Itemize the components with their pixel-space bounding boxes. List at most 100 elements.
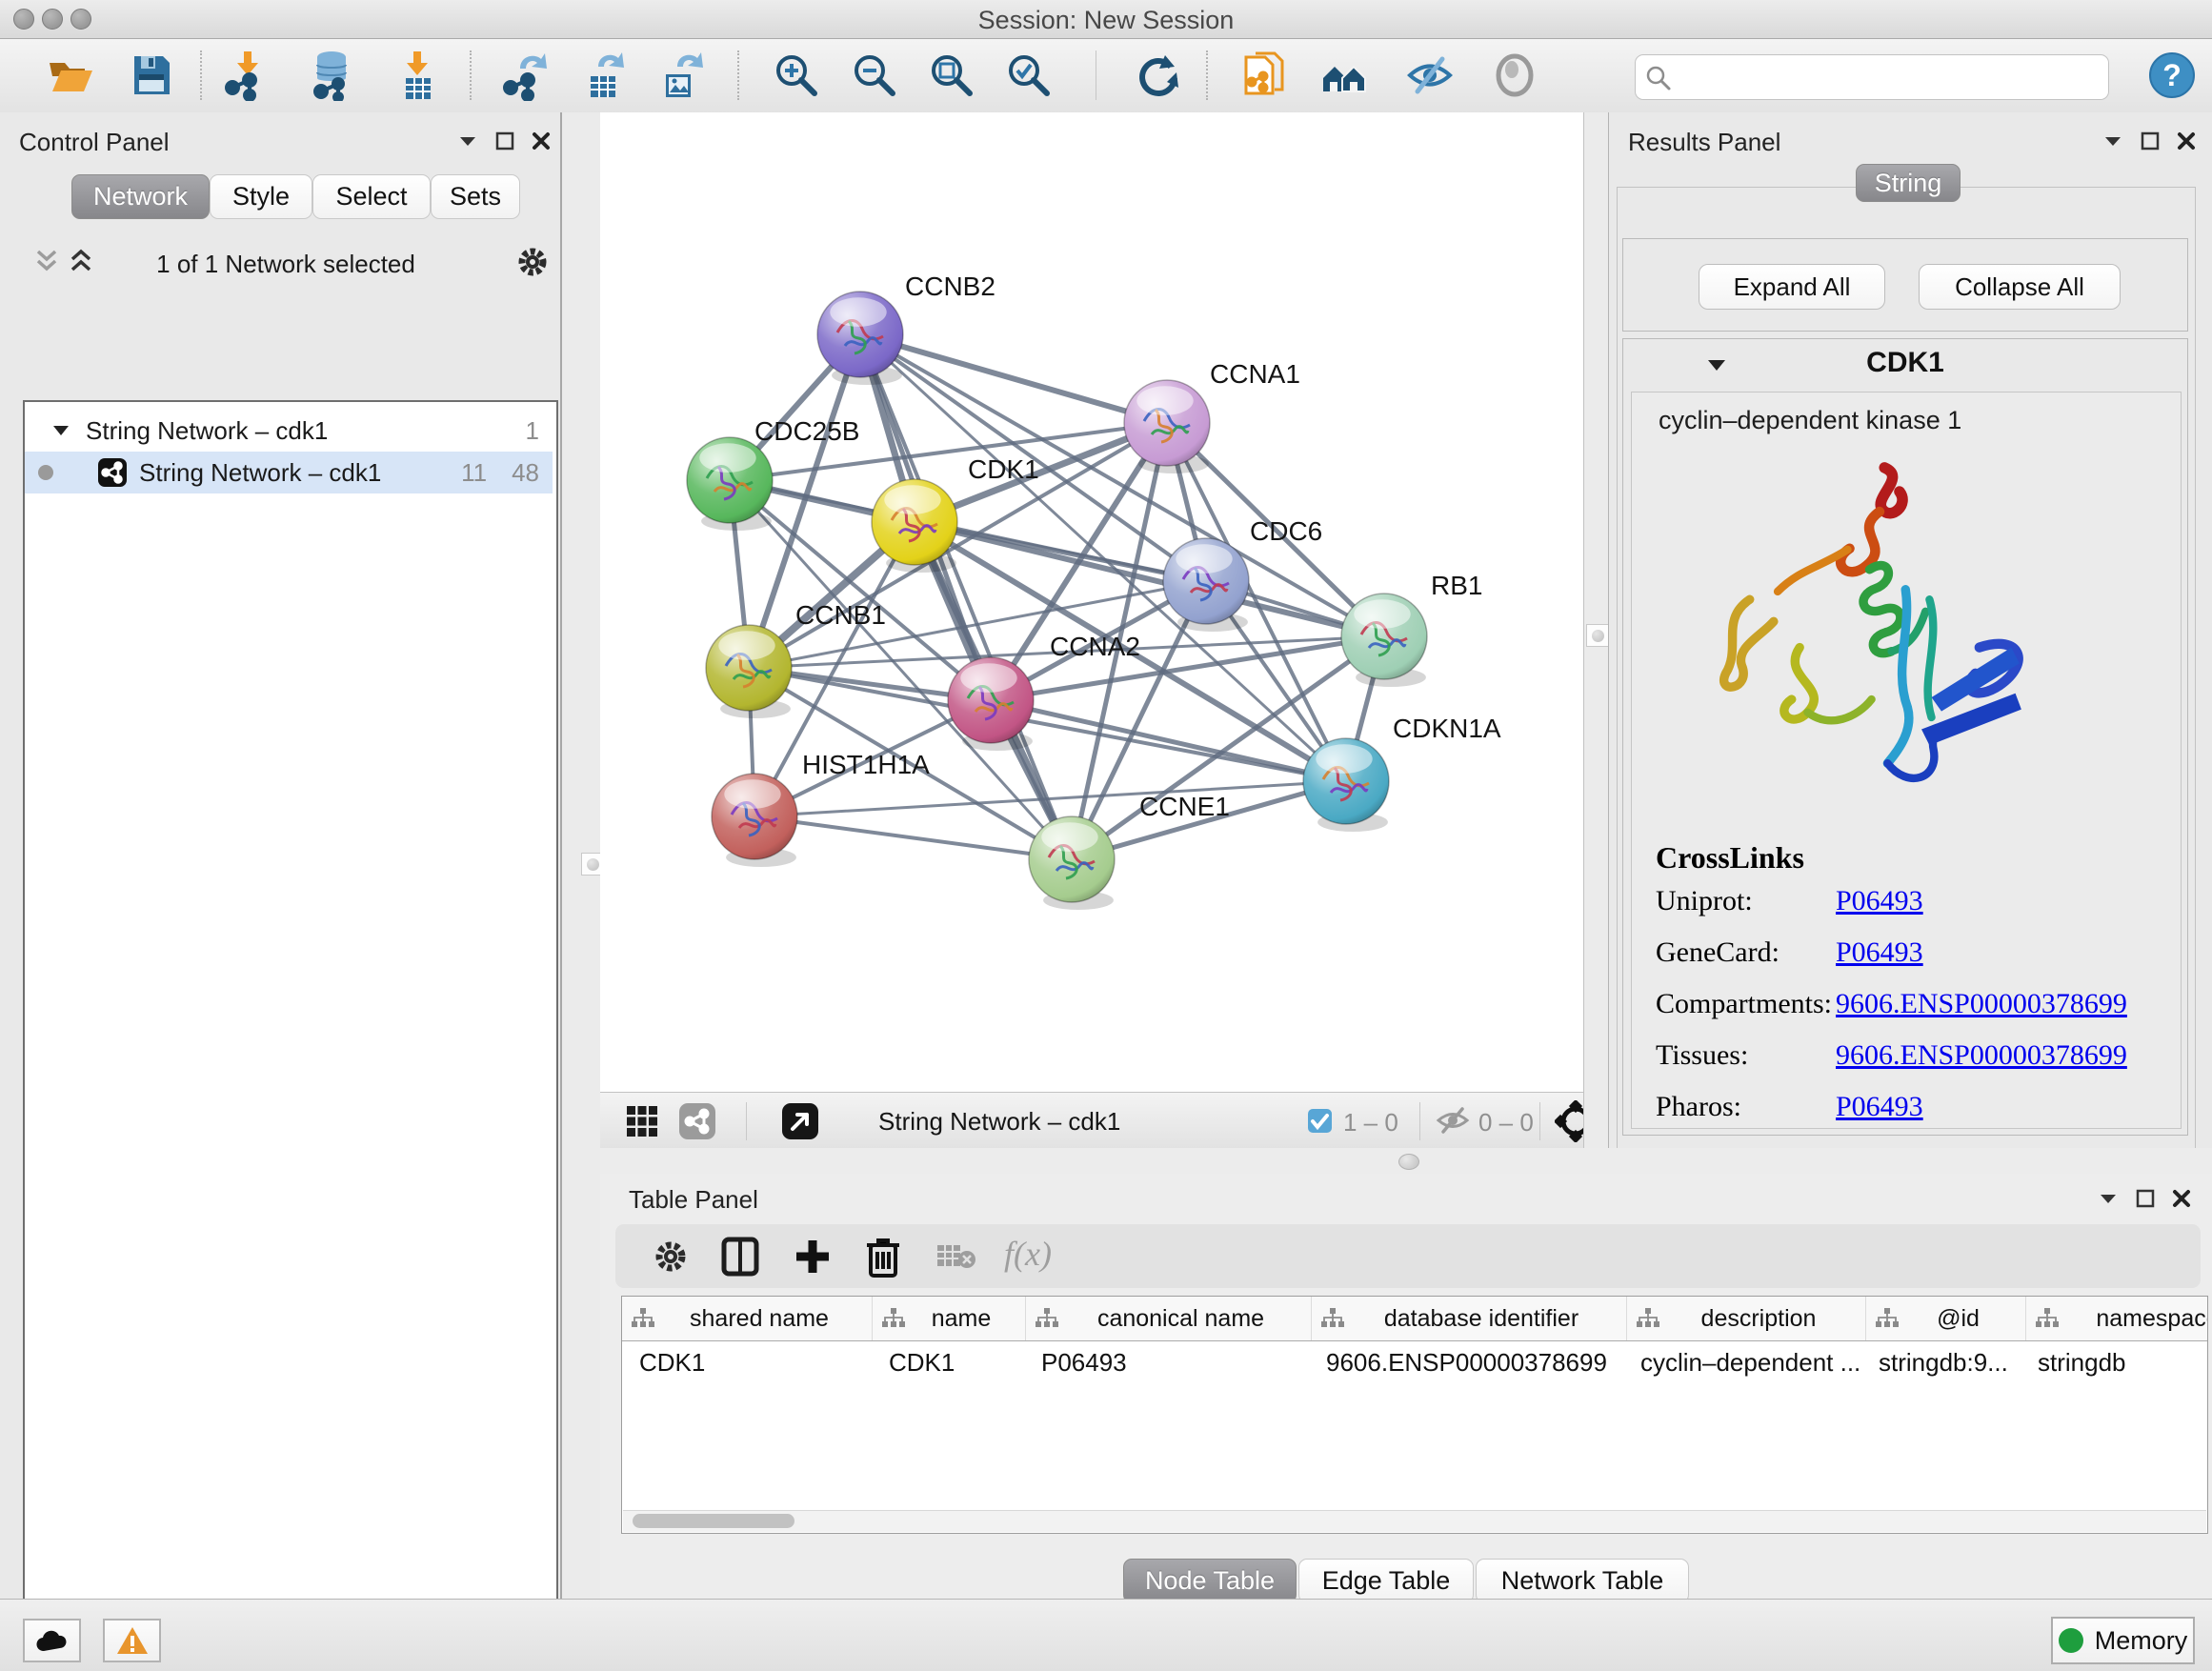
horizontal-splitter-handle[interactable] [1398, 1154, 1419, 1170]
table-cell[interactable]: 9606.ENSP00000378699 [1309, 1341, 1623, 1383]
search-input[interactable] [1678, 58, 2101, 94]
column-header-description[interactable]: description [1627, 1297, 1866, 1340]
network-app-badge-icon[interactable] [678, 1102, 716, 1145]
network-node-CDKN1A[interactable] [1303, 738, 1389, 832]
network-edge-HIST1H1A-CCNE1[interactable] [754, 816, 1072, 859]
crosslink-link[interactable]: P06493 [1836, 885, 1923, 917]
memory-button[interactable]: Memory [2051, 1617, 2195, 1664]
create-column-plus-icon[interactable] [793, 1237, 833, 1281]
panel-close-icon[interactable] [2172, 1189, 2191, 1208]
node-table[interactable]: shared namenamecanonical namedatabase id… [621, 1296, 2208, 1534]
refresh-icon[interactable] [1133, 50, 1184, 101]
export-network-icon[interactable] [499, 50, 551, 101]
table-cell[interactable]: stringdb:9... [1861, 1341, 2021, 1383]
show-columns-icon[interactable] [720, 1237, 760, 1281]
collapse-all-button[interactable]: Collapse All [1919, 264, 2121, 310]
cloud-status-button[interactable] [23, 1619, 81, 1662]
network-collection-row[interactable]: String Network – cdk1 1 [25, 410, 553, 452]
right-splitter-handle[interactable] [1586, 624, 1609, 647]
right-splitter[interactable] [1583, 112, 1609, 1148]
network-node-HIST1H1A[interactable] [712, 774, 797, 867]
table-cell[interactable]: stringdb [2021, 1341, 2208, 1383]
gene-entry-body: cyclin–dependent kinase 1 [1631, 392, 2182, 1129]
tab-style[interactable]: Style [210, 174, 312, 219]
crosslink-link[interactable]: 9606.ENSP00000378699 [1836, 988, 2127, 1020]
crosslink-link[interactable]: P06493 [1836, 1091, 1923, 1123]
selected-checkbox-icon[interactable] [1307, 1108, 1333, 1138]
home-panels-icon[interactable] [1319, 50, 1371, 101]
table-cell[interactable]: CDK1 [872, 1341, 1024, 1383]
panel-close-icon[interactable] [2177, 131, 2196, 151]
network-node-CDC25B[interactable] [687, 437, 773, 531]
table-cell[interactable]: P06493 [1024, 1341, 1309, 1383]
expand-all-button[interactable]: Expand All [1699, 264, 1885, 310]
network-node-CCNA1[interactable] [1124, 380, 1210, 473]
network-node-RB1[interactable] [1341, 594, 1427, 687]
left-splitter[interactable] [560, 112, 602, 1599]
zoom-out-icon[interactable] [849, 50, 900, 101]
warning-status-button[interactable] [103, 1619, 161, 1662]
hide-panels-eye-icon[interactable] [1404, 50, 1456, 101]
tab-network-table[interactable]: Network Table [1476, 1559, 1689, 1603]
table-row[interactable]: CDK1CDK1P064939606.ENSP00000378699cyclin… [622, 1341, 2207, 1383]
search-field[interactable] [1635, 54, 2109, 100]
table-settings-gear-icon[interactable] [652, 1238, 690, 1280]
network-edge-CCNA2-CDKN1A[interactable] [991, 700, 1346, 781]
tab-string[interactable]: String [1856, 164, 1961, 202]
birdseye-toggle-icon[interactable] [781, 1102, 819, 1145]
tab-node-table[interactable]: Node Table [1123, 1559, 1297, 1603]
collapse-all-tree-icon[interactable] [32, 248, 61, 279]
column-header-namespace[interactable]: namespace [2026, 1297, 2208, 1340]
network-edge-CCNB2-RB1[interactable] [860, 334, 1384, 636]
panel-menu-icon[interactable] [2102, 133, 2123, 149]
import-network-file-icon[interactable] [221, 50, 272, 101]
panel-menu-icon[interactable] [457, 133, 478, 149]
zoom-selected-icon[interactable] [1003, 50, 1055, 101]
tab-network[interactable]: Network [71, 174, 210, 219]
expand-all-tree-icon[interactable] [67, 248, 95, 279]
column-header-database-identifier[interactable]: database identifier [1312, 1297, 1627, 1340]
network-node-CCNE1[interactable] [1029, 816, 1115, 910]
network-row-selected[interactable]: String Network – cdk1 11 48 [25, 452, 553, 493]
horizontal-splitter[interactable] [600, 1148, 2212, 1174]
column-header-id[interactable]: @id [1866, 1297, 2026, 1340]
network-canvas[interactable]: CCNB2CCNA1CDC25BCDK1CDC6RB1CCNB1CCNA2CDK… [600, 112, 1583, 1092]
panel-float-icon[interactable] [2141, 131, 2160, 151]
tree-expander-icon[interactable] [51, 423, 70, 438]
table-cell[interactable]: cyclin–dependent ... [1623, 1341, 1861, 1383]
grid-view-icon[interactable] [625, 1104, 659, 1143]
export-image-icon[interactable] [654, 50, 706, 101]
results-buttons-box: Expand All Collapse All [1622, 238, 2188, 332]
share-session-file-icon[interactable] [1238, 50, 1290, 101]
crosslink-link[interactable]: P06493 [1836, 936, 1923, 969]
tab-sets[interactable]: Sets [431, 174, 520, 219]
column-header-name[interactable]: name [873, 1297, 1026, 1340]
zoom-fit-icon[interactable] [926, 50, 977, 101]
network-node-CDC6[interactable] [1163, 538, 1249, 632]
open-session-icon[interactable] [45, 50, 96, 101]
zoom-in-icon[interactable] [771, 50, 822, 101]
table-cell[interactable]: CDK1 [622, 1341, 872, 1383]
crosslink-link[interactable]: 9606.ENSP00000378699 [1836, 1039, 2127, 1072]
tab-edge-table[interactable]: Edge Table [1298, 1559, 1474, 1603]
horizontal-scrollbar[interactable] [623, 1510, 2206, 1532]
eye-disabled-icon[interactable] [1489, 50, 1540, 101]
import-network-database-icon[interactable] [306, 50, 357, 101]
import-table-file-icon[interactable] [391, 50, 442, 101]
scrollbar-thumb[interactable] [633, 1514, 794, 1528]
network-edge-CCNB2-CCNA1[interactable] [860, 334, 1167, 423]
export-table-icon[interactable] [577, 50, 629, 101]
network-options-gear-icon[interactable] [514, 244, 551, 285]
help-icon[interactable]: ? [2146, 50, 2198, 101]
panel-menu-icon[interactable] [2098, 1191, 2119, 1206]
panel-float-icon[interactable] [2136, 1189, 2155, 1208]
save-session-icon[interactable] [126, 50, 177, 101]
network-node-CCNB1[interactable] [706, 625, 792, 718]
tab-select[interactable]: Select [312, 174, 431, 219]
panel-close-icon[interactable] [532, 131, 551, 151]
column-header-shared-name[interactable]: shared name [622, 1297, 873, 1340]
network-node-CDK1[interactable] [872, 479, 957, 573]
panel-float-icon[interactable] [495, 131, 514, 151]
column-header-canonical-name[interactable]: canonical name [1026, 1297, 1312, 1340]
delete-column-trash-icon[interactable] [863, 1236, 903, 1282]
